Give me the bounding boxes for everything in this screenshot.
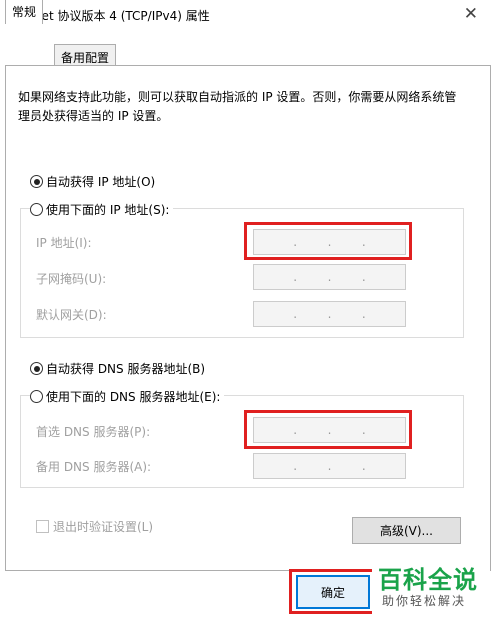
preferred-dns-value: ... bbox=[293, 423, 366, 437]
ip-address-label: IP 地址(I): bbox=[36, 236, 92, 250]
description-text: 如果网络支持此功能，则可以获取自动指派的 IP 设置。否则，你需要从网络系统管理… bbox=[18, 90, 457, 123]
radio-auto-dns-label: 自动获得 DNS 服务器地址(B) bbox=[46, 362, 206, 376]
radio-auto-ip-indicator[interactable] bbox=[30, 175, 43, 188]
watermark-title: 百科全说 bbox=[378, 566, 478, 594]
default-gateway-value: ... bbox=[293, 307, 366, 321]
radio-auto-ip[interactable]: 自动获得 IP 地址(O) bbox=[30, 173, 160, 190]
ok-button[interactable]: 确定 bbox=[296, 575, 370, 609]
preferred-dns-label: 首选 DNS 服务器(P): bbox=[36, 425, 151, 439]
subnet-mask-input[interactable]: ... bbox=[253, 264, 406, 290]
radio-auto-dns[interactable]: 自动获得 DNS 服务器地址(B) bbox=[30, 360, 210, 377]
default-gateway-input[interactable]: ... bbox=[253, 301, 406, 327]
radio-auto-dns-indicator[interactable] bbox=[30, 362, 43, 375]
ip-address-input[interactable]: ... bbox=[253, 229, 406, 255]
validate-on-exit-label: 退出时验证设置(L) bbox=[53, 520, 154, 534]
default-gateway-label: 默认网关(D): bbox=[36, 308, 107, 322]
subnet-mask-value: ... bbox=[293, 270, 366, 284]
radio-manual-dns[interactable]: 使用下面的 DNS 服务器地址(E): bbox=[30, 388, 225, 405]
radio-manual-dns-label: 使用下面的 DNS 服务器地址(E): bbox=[46, 390, 221, 404]
title-bar: Internet 协议版本 4 (TCP/IPv4) 属性 ✕ bbox=[0, 0, 500, 30]
radio-auto-ip-label: 自动获得 IP 地址(O) bbox=[46, 175, 156, 189]
ip-address-value: ... bbox=[293, 235, 366, 249]
validate-on-exit-checkbox[interactable] bbox=[36, 520, 49, 533]
preferred-dns-input[interactable]: ... bbox=[253, 417, 406, 443]
watermark-subtitle: 助你轻松解决 bbox=[382, 594, 467, 608]
radio-manual-dns-indicator[interactable] bbox=[30, 390, 43, 403]
close-icon[interactable]: ✕ bbox=[464, 4, 478, 24]
radio-manual-ip-indicator[interactable] bbox=[30, 203, 43, 216]
alternate-dns-input[interactable]: ... bbox=[253, 453, 406, 479]
alternate-dns-value: ... bbox=[293, 459, 366, 473]
advanced-button[interactable]: 高级(V)... bbox=[352, 517, 461, 544]
tab-general[interactable]: 常规 bbox=[5, 0, 44, 24]
watermark: 百科全说 助你轻松解决 bbox=[372, 556, 490, 616]
subnet-mask-label: 子网掩码(U): bbox=[36, 272, 107, 286]
radio-manual-ip[interactable]: 使用下面的 IP 地址(S): bbox=[30, 201, 174, 218]
alternate-dns-label: 备用 DNS 服务器(A): bbox=[36, 460, 152, 474]
radio-manual-ip-label: 使用下面的 IP 地址(S): bbox=[46, 203, 170, 217]
validate-on-exit-checkbox-row[interactable]: 退出时验证设置(L) bbox=[36, 518, 153, 535]
